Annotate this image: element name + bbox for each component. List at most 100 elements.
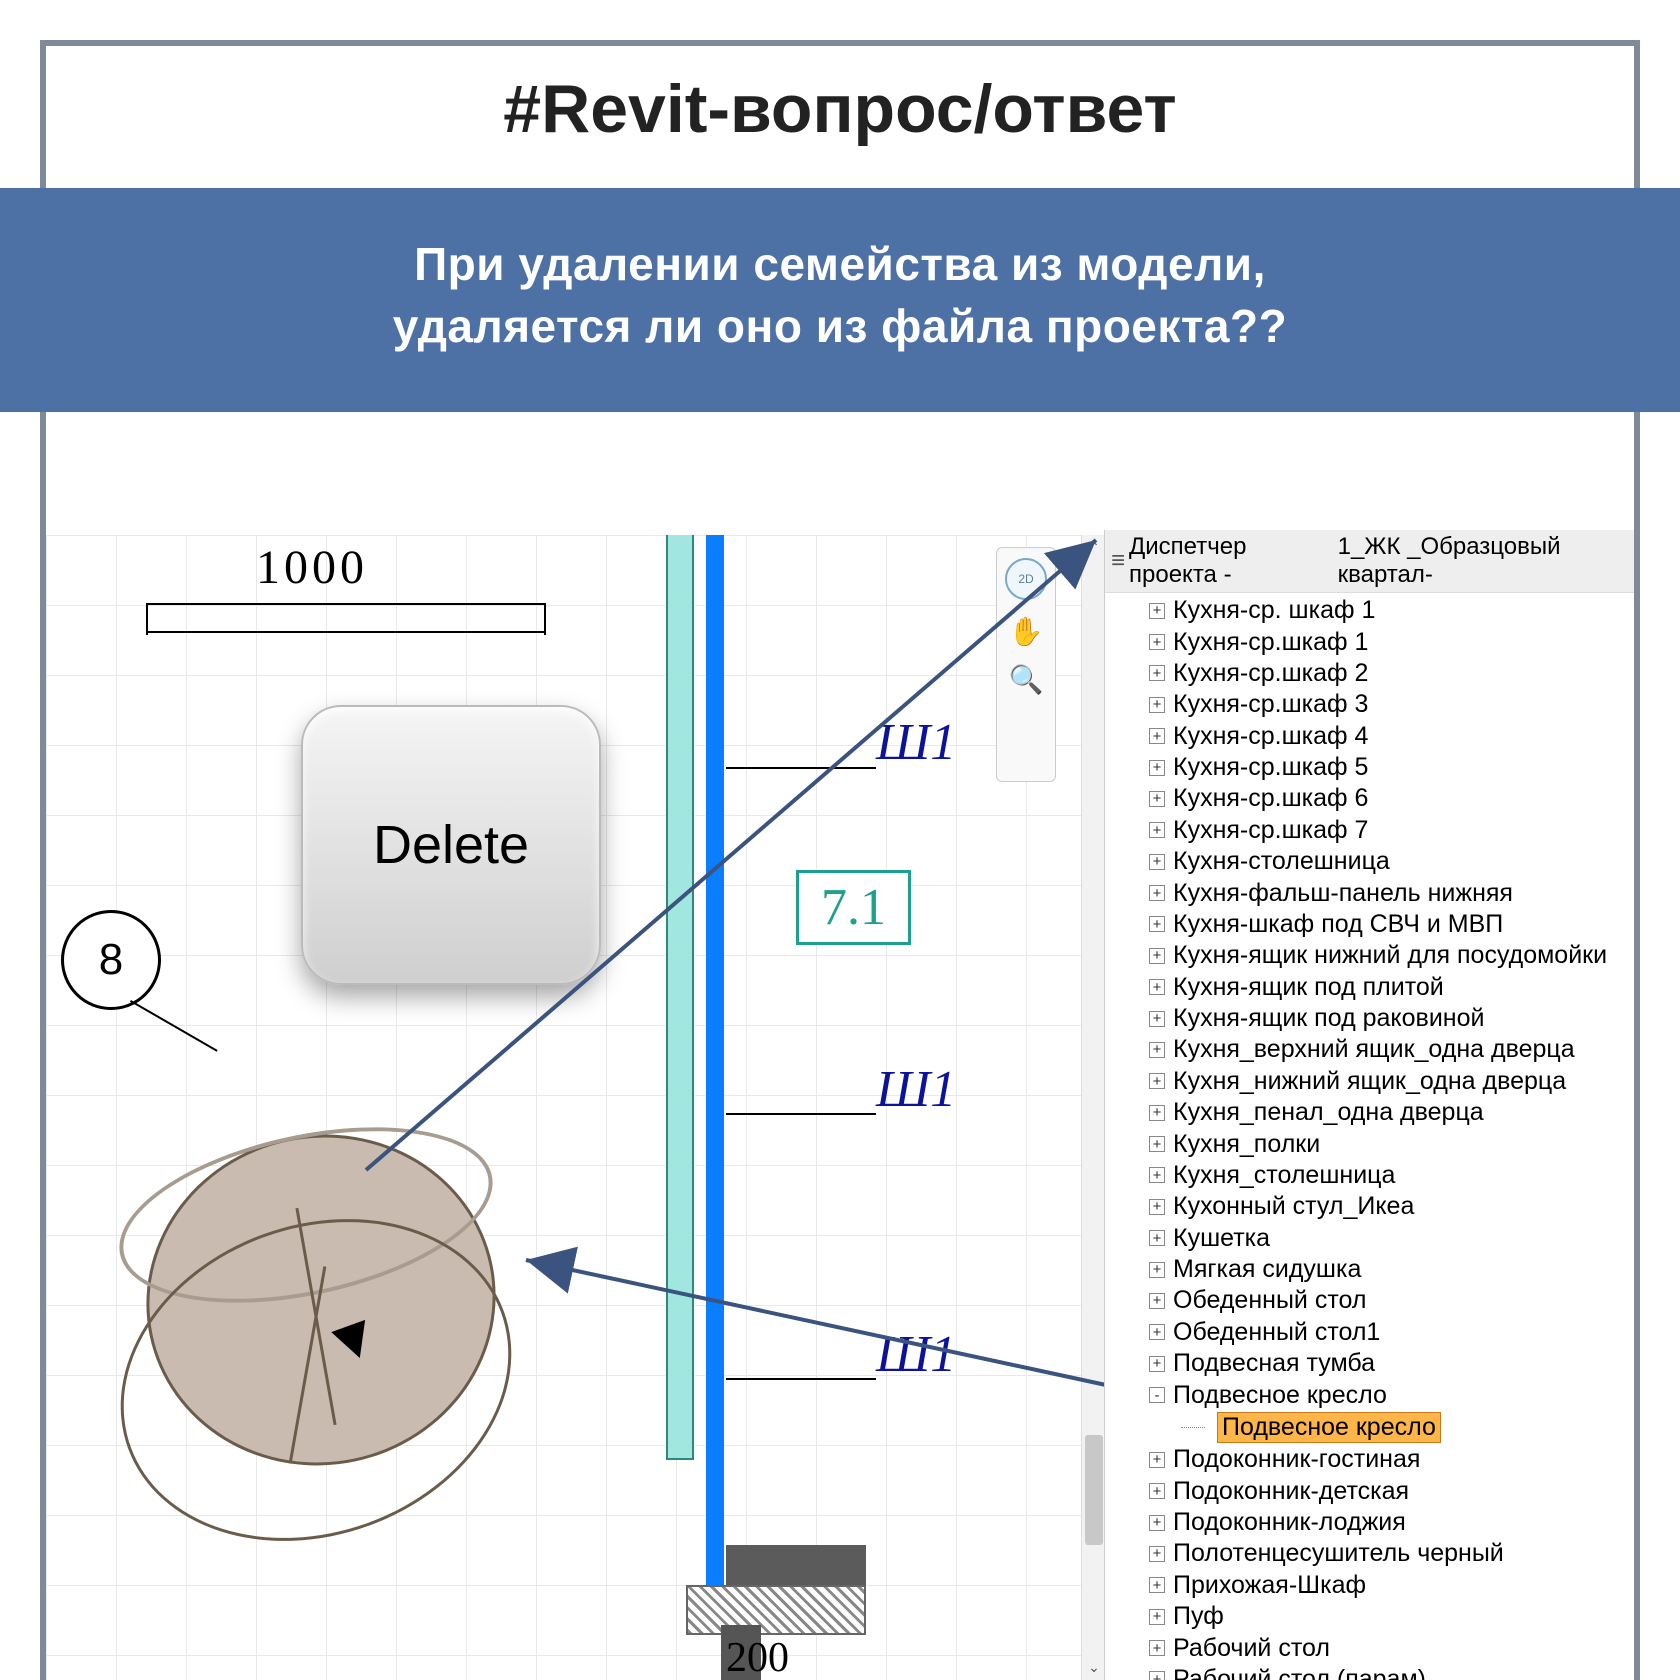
tree-item[interactable]: +Рабочий стол: [1117, 1632, 1634, 1663]
tree-item[interactable]: + Кухня-столешница: [1117, 846, 1634, 877]
expand-icon[interactable]: +: [1149, 822, 1165, 838]
expand-icon[interactable]: +: [1149, 1105, 1165, 1121]
tree-item[interactable]: +Кухня_верхний ящик_одна дверца: [1117, 1034, 1634, 1065]
expand-icon[interactable]: +: [1149, 1167, 1165, 1183]
collapse-icon[interactable]: -: [1149, 1387, 1165, 1403]
scroll-up-icon[interactable]: ⌃: [1082, 535, 1106, 560]
scroll-thumb[interactable]: [1085, 1435, 1103, 1545]
pan-icon[interactable]: ✋: [1009, 615, 1044, 648]
tree-item[interactable]: +Подвесная тумба: [1117, 1348, 1634, 1379]
view-cube-icon[interactable]: 2D: [1005, 558, 1047, 600]
nav-wheel[interactable]: 2D ✋ 🔍: [996, 547, 1056, 782]
tree-item[interactable]: + Кухня-ср.шкаф 4: [1117, 721, 1634, 752]
expand-icon[interactable]: +: [1149, 1609, 1165, 1625]
project-browser[interactable]: ≡ Диспетчер проекта - 1_ЖК _Образцовый к…: [1104, 530, 1634, 1680]
expand-icon[interactable]: +: [1149, 603, 1165, 619]
tree-item[interactable]: +Кухня_нижний ящик_одна дверца: [1117, 1066, 1634, 1097]
tree-item[interactable]: +Кухня-ср.шкаф 5: [1117, 752, 1634, 783]
tree-item[interactable]: + Кухонный стул_Икеа: [1117, 1191, 1634, 1222]
tree-item[interactable]: +Мягкая сидушка: [1117, 1254, 1634, 1285]
expand-icon[interactable]: +: [1149, 885, 1165, 901]
tree-item[interactable]: +Подоконник-детская: [1117, 1476, 1634, 1507]
expand-icon[interactable]: +: [1149, 1577, 1165, 1593]
tree-item[interactable]: +Кухня-ср.шкаф 3: [1117, 689, 1634, 720]
expand-icon[interactable]: +: [1149, 1515, 1165, 1531]
tree-item[interactable]: +Кухня-ср. шкаф 1: [1117, 595, 1634, 626]
drawing-canvas[interactable]: 1000 Delete 8 Ш1 Ш1 Ш1 7.1 200 2D ✋ 🔍: [46, 535, 1106, 1680]
tree-item[interactable]: +Кухня-ср.шкаф 1: [1117, 626, 1634, 657]
expand-icon[interactable]: +: [1149, 634, 1165, 650]
label-sh1-b[interactable]: Ш1: [876, 1060, 956, 1119]
tree-item[interactable]: +Кухня-шкаф под СВЧ и МВП: [1117, 909, 1634, 940]
tree-item[interactable]: +Кухня_полки: [1117, 1128, 1634, 1159]
tree-item[interactable]: +Кушетка: [1117, 1223, 1634, 1254]
expand-icon[interactable]: +: [1149, 1136, 1165, 1152]
wall-vertical[interactable]: [666, 535, 694, 1460]
wall-blue[interactable]: [706, 535, 724, 1635]
expand-icon[interactable]: +: [1149, 1199, 1165, 1215]
expand-icon[interactable]: +: [1149, 1483, 1165, 1499]
expand-icon[interactable]: +: [1149, 760, 1165, 776]
wall-hatch[interactable]: [686, 1585, 866, 1635]
tree-item[interactable]: +Подоконник-лоджия: [1117, 1507, 1634, 1538]
tree-item[interactable]: +Кухня_столешница: [1117, 1160, 1634, 1191]
spacer: [46, 440, 1634, 535]
question-banner: При удалении семейства из модели, удаляе…: [0, 188, 1680, 412]
browser-tree[interactable]: +Кухня-ср. шкаф 1+Кухня-ср.шкаф 1+Кухня-…: [1105, 593, 1634, 1680]
zoom-icon[interactable]: 🔍: [1009, 663, 1044, 696]
expand-icon[interactable]: +: [1149, 1640, 1165, 1656]
tree-item[interactable]: + Кухня-фальш-панель нижняя: [1117, 877, 1634, 908]
tree-item-label: Кухня-ср.шкаф 4: [1173, 722, 1368, 751]
wall-dark[interactable]: [726, 1545, 866, 1585]
label-sh1-c[interactable]: Ш1: [876, 1325, 956, 1384]
expand-icon[interactable]: +: [1149, 979, 1165, 995]
tree-item[interactable]: + Кухня_пенал_одна дверца: [1117, 1097, 1634, 1128]
chair-family[interactable]: [106, 1115, 536, 1535]
expand-icon[interactable]: +: [1149, 1042, 1165, 1058]
expand-icon[interactable]: +: [1149, 948, 1165, 964]
tree-item[interactable]: +Кухня-ящик нижний для посудомойки: [1117, 940, 1634, 971]
tree-item[interactable]: + Кухня-ср.шкаф 7: [1117, 815, 1634, 846]
expand-icon[interactable]: +: [1149, 1262, 1165, 1278]
expand-icon[interactable]: +: [1149, 1452, 1165, 1468]
tree-item[interactable]: -Подвесное кресло: [1117, 1379, 1634, 1410]
tree-item[interactable]: +Прихожая-Шкаф: [1117, 1570, 1634, 1601]
canvas-scrollbar[interactable]: ⌃ ⌄: [1081, 535, 1106, 1680]
tree-item[interactable]: +Обеденный стол1: [1117, 1317, 1634, 1348]
expand-icon[interactable]: +: [1149, 665, 1165, 681]
tree-item[interactable]: +Пуф: [1117, 1601, 1634, 1632]
expand-icon[interactable]: +: [1149, 728, 1165, 744]
expand-icon[interactable]: +: [1149, 1546, 1165, 1562]
expand-icon[interactable]: +: [1149, 1671, 1165, 1680]
tree-item[interactable]: Подвесное кресло: [1117, 1411, 1634, 1444]
tree-item[interactable]: +Кухня-ящик под раковиной: [1117, 1003, 1634, 1034]
room-tag[interactable]: 7.1: [796, 870, 911, 945]
expand-icon[interactable]: +: [1149, 916, 1165, 932]
tree-item-label: Кухня-столешница: [1173, 847, 1390, 876]
label-sh1-a[interactable]: Ш1: [876, 713, 956, 772]
scroll-down-icon[interactable]: ⌄: [1082, 1655, 1106, 1680]
tree-item[interactable]: +Полотенцесушитель черный: [1117, 1538, 1634, 1569]
tree-item-label: Кухонный стул_Икеа: [1173, 1192, 1414, 1221]
tree-item[interactable]: +Подоконник-гостиная: [1117, 1444, 1634, 1475]
browser-menu-icon[interactable]: ≡: [1111, 547, 1123, 575]
expand-icon[interactable]: +: [1149, 1324, 1165, 1340]
expand-icon[interactable]: +: [1149, 1073, 1165, 1089]
tree-item-label: Кухня-ср.шкаф 7: [1173, 816, 1368, 845]
expand-icon[interactable]: +: [1149, 854, 1165, 870]
expand-icon[interactable]: +: [1149, 791, 1165, 807]
tree-item[interactable]: +Обеденный стол: [1117, 1285, 1634, 1316]
tree-item-label: Кухня_пенал_одна дверца: [1173, 1098, 1484, 1127]
tree-item[interactable]: +Кухня-ящик под плитой: [1117, 972, 1634, 1003]
browser-title-bar[interactable]: ≡ Диспетчер проекта - 1_ЖК _Образцовый к…: [1105, 530, 1634, 593]
expand-icon[interactable]: +: [1149, 1230, 1165, 1246]
tree-item[interactable]: +Кухня-ср.шкаф 2: [1117, 658, 1634, 689]
tree-item[interactable]: +Рабочий стол (парам): [1117, 1664, 1634, 1680]
tree-item-label: Кухня-фальш-панель нижняя: [1173, 879, 1513, 908]
expand-icon[interactable]: +: [1149, 1293, 1165, 1309]
expand-icon[interactable]: +: [1149, 697, 1165, 713]
expand-icon[interactable]: +: [1149, 1011, 1165, 1027]
tree-item[interactable]: +Кухня-ср.шкаф 6: [1117, 783, 1634, 814]
expand-icon[interactable]: +: [1149, 1356, 1165, 1372]
grid-bubble[interactable]: 8: [61, 910, 161, 1010]
